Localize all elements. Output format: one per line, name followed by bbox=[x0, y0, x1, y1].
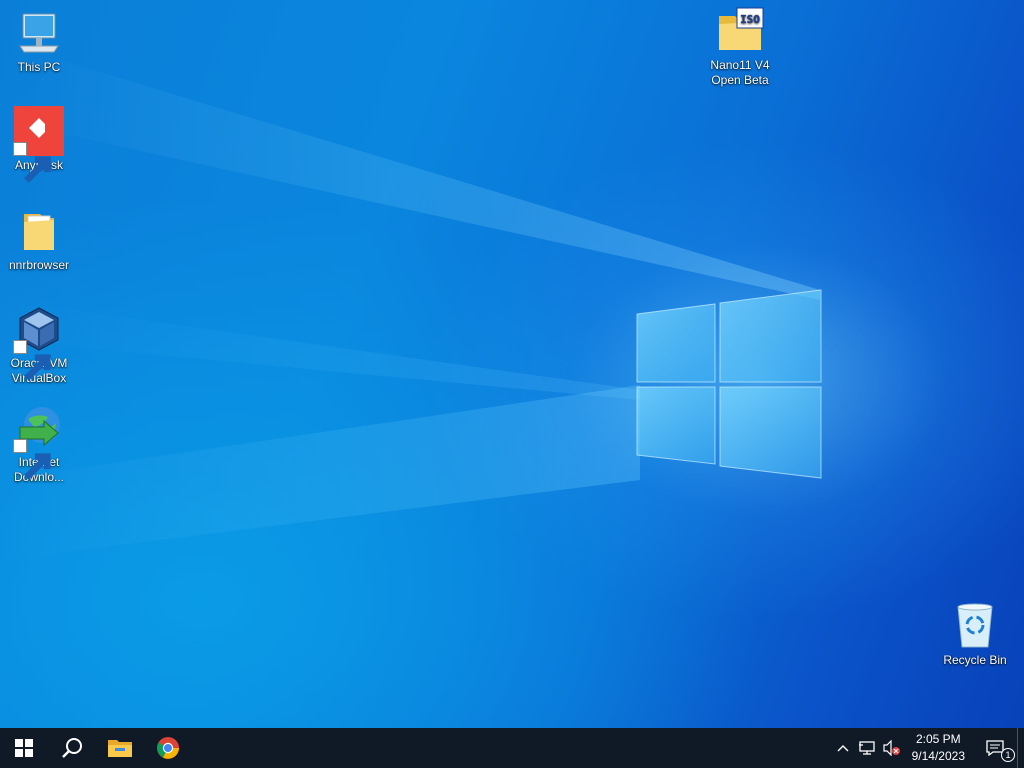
system-tray: 2:05 PM 9/14/2023 1 bbox=[832, 728, 1024, 768]
search-icon bbox=[62, 738, 82, 758]
windows-start-icon bbox=[15, 739, 33, 757]
desktop-icon-this-pc[interactable]: This PC bbox=[2, 8, 76, 75]
file-explorer-button[interactable] bbox=[96, 728, 144, 768]
desktop-icon-nnrbrowser[interactable]: nnrbrowser bbox=[2, 206, 76, 273]
desktop-icon-label: Recycle Bin bbox=[943, 653, 1007, 667]
recycle-bin-icon bbox=[957, 603, 993, 648]
notification-count-badge: 1 bbox=[1001, 748, 1015, 762]
network-button[interactable] bbox=[854, 728, 880, 768]
clock-date: 9/14/2023 bbox=[911, 749, 965, 763]
computer-icon bbox=[19, 13, 59, 53]
desktop-icon-label: This PC bbox=[17, 60, 61, 74]
file-explorer-icon bbox=[108, 740, 132, 757]
windows-logo-wallpaper bbox=[636, 289, 822, 479]
folder-icon bbox=[24, 214, 54, 250]
desktop-icon-anydesk[interactable]: AnyDesk bbox=[2, 106, 76, 183]
wallpaper-light-beams bbox=[0, 60, 820, 560]
clock[interactable]: 2:05 PM 9/14/2023 bbox=[904, 728, 973, 768]
start-button[interactable] bbox=[0, 728, 48, 768]
iso-folder-icon: ISO bbox=[719, 7, 764, 50]
clock-time: 2:05 PM bbox=[915, 732, 961, 746]
desktop-icon-label: nnrbrowser bbox=[8, 258, 70, 272]
shortcut-arrow-icon bbox=[13, 439, 51, 480]
desktop-icon-virtualbox[interactable]: Oracle VM VirtualBox bbox=[2, 304, 76, 386]
show-desktop-button[interactable] bbox=[1017, 728, 1024, 768]
action-center-button[interactable]: 1 bbox=[973, 728, 1017, 768]
chevron-up-icon bbox=[837, 745, 849, 752]
volume-button[interactable] bbox=[880, 728, 904, 768]
desktop-icon-nano11-iso[interactable]: ISO Nano11 V4 Open Beta bbox=[703, 6, 777, 88]
shortcut-arrow-icon bbox=[13, 340, 51, 381]
network-icon bbox=[858, 741, 875, 755]
svg-text:ISO: ISO bbox=[740, 13, 760, 26]
taskbar: 2:05 PM 9/14/2023 1 bbox=[0, 728, 1024, 768]
shortcut-arrow-icon bbox=[13, 142, 51, 183]
chrome-icon bbox=[157, 737, 179, 759]
show-hidden-icons-button[interactable] bbox=[832, 728, 854, 768]
desktop-icon-recycle-bin[interactable]: Recycle Bin bbox=[938, 601, 1012, 668]
desktop-icon-internet-download-manager[interactable]: Internet Downlo... bbox=[2, 403, 76, 485]
search-button[interactable] bbox=[48, 728, 96, 768]
chrome-button[interactable] bbox=[144, 728, 192, 768]
desktop-icon-label: Nano11 V4 Open Beta bbox=[710, 58, 770, 87]
volume-muted-icon bbox=[883, 740, 900, 756]
